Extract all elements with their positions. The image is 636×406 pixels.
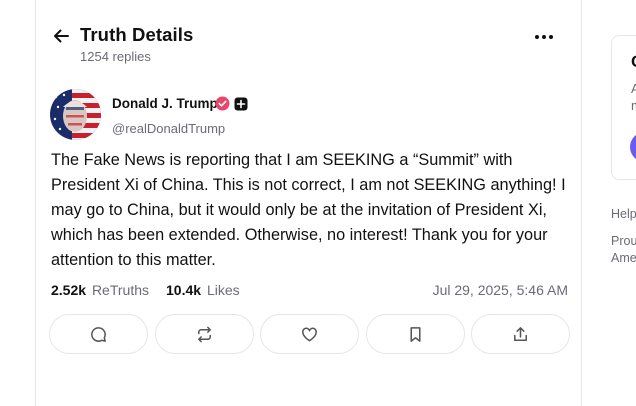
retruths-stat[interactable]: 2.52k ReTruths: [51, 282, 149, 298]
footer-line-1: Prou: [611, 234, 636, 248]
retruth-icon: [197, 326, 211, 342]
verified-badge-icon: [215, 96, 230, 111]
share-icon: [514, 326, 527, 341]
share-button[interactable]: [471, 314, 570, 354]
sidebar-card-text: A: [631, 81, 636, 96]
post-author: Donald J. Trump @realDonaldTrump: [50, 89, 350, 141]
back-arrow-icon[interactable]: [51, 26, 71, 46]
sidebar-card-text-2: m: [631, 98, 636, 113]
post-body: The Fake News is reporting that I am SEE…: [51, 151, 566, 269]
more-options-icon[interactable]: [533, 28, 555, 46]
like-icon: [302, 327, 317, 341]
sidebar-card: C A m: [611, 35, 636, 180]
sidebar-card-title: C: [631, 52, 636, 72]
retruths-count: 2.52k: [51, 282, 87, 298]
retruths-label: ReTruths: [91, 282, 149, 298]
like-button[interactable]: [260, 314, 359, 354]
author-handle[interactable]: @realDonaldTrump: [112, 121, 225, 136]
sidebar-footer-text: Prou Ame: [611, 233, 636, 267]
reply-count: 1254 replies: [80, 49, 151, 64]
post-actions: [49, 314, 570, 354]
likes-count: 10.4k: [166, 282, 202, 298]
reply-icon: [91, 326, 106, 342]
page-title: Truth Details: [80, 24, 194, 45]
avatar[interactable]: [50, 89, 101, 140]
footer-line-2: Ame: [611, 251, 636, 265]
retruth-button[interactable]: [154, 314, 254, 354]
bookmark-button[interactable]: [365, 314, 465, 354]
likes-stat[interactable]: 10.4k Likes: [166, 282, 240, 298]
bookmark-icon: [409, 326, 421, 342]
post-stats: 2.52k ReTruths 10.4k Likes Jul 29, 2025,…: [51, 282, 568, 302]
page-header: Truth Details 1254 replies: [36, 20, 581, 70]
main-column: Truth Details 1254 replies Donald J. Tru…: [35, 0, 582, 406]
likes-label: Likes: [206, 282, 240, 298]
sidebar-help-link[interactable]: Help: [611, 207, 636, 221]
reply-button[interactable]: [49, 314, 148, 354]
plus-badge-icon: [234, 97, 248, 111]
post-timestamp: Jul 29, 2025, 5:46 AM: [432, 282, 568, 298]
author-name[interactable]: Donald J. Trump: [112, 96, 218, 111]
sidebar-card-button[interactable]: [630, 132, 636, 162]
